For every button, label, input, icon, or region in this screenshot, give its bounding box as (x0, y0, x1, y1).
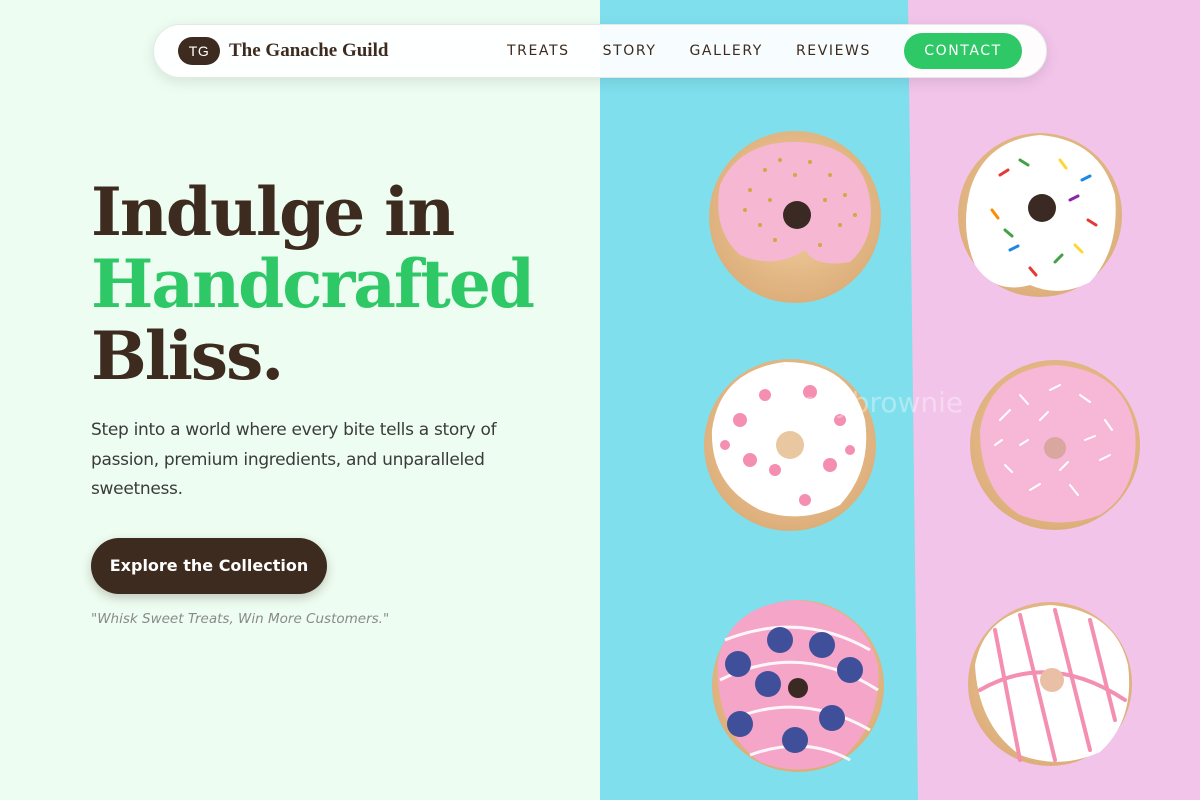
donuts-photo: funnybrownie (600, 0, 1200, 800)
watermark-text: funnybrownie (772, 386, 963, 419)
top-navbar: TG The Ganache Guild TREATS STORY GALLER… (153, 24, 1047, 78)
explore-collection-button[interactable]: Explore the Collection (91, 537, 327, 594)
donut-white-pink-dots (704, 359, 876, 531)
donut-pink-gold (709, 131, 881, 303)
headline-line-3: Bliss. (91, 317, 284, 395)
nav-link-treats[interactable]: TREATS (507, 43, 570, 59)
donut-pink-blueberry (712, 600, 884, 772)
headline-accent: Handcrafted (91, 245, 535, 323)
hero-description: Step into a world where every bite tells… (91, 420, 497, 499)
hero-section: Indulge in Handcrafted Bliss. Step into … (91, 176, 591, 627)
hero-headline: Indulge in Handcrafted Bliss. (91, 176, 591, 392)
nav-link-reviews[interactable]: REVIEWS (796, 43, 871, 59)
donuts-illustration: funnybrownie (600, 0, 1200, 800)
brand-name: The Ganache Guild (229, 40, 389, 61)
hero-tagline: "Whisk Sweet Treats, Win More Customers.… (91, 610, 390, 627)
contact-button[interactable]: CONTACT (904, 33, 1022, 69)
donut-pink-coconut (970, 360, 1140, 530)
logo-badge: TG (178, 37, 220, 65)
nav-links: TREATS STORY GALLERY REVIEWS CONTACT (507, 33, 1022, 69)
donut-white-drizzle (968, 602, 1132, 766)
brand-logo[interactable]: TG The Ganache Guild (178, 37, 388, 65)
headline-line-1: Indulge in (91, 173, 455, 251)
nav-link-gallery[interactable]: GALLERY (689, 43, 762, 59)
donut-white-sprinkles (958, 133, 1122, 297)
nav-link-story[interactable]: STORY (603, 43, 657, 59)
